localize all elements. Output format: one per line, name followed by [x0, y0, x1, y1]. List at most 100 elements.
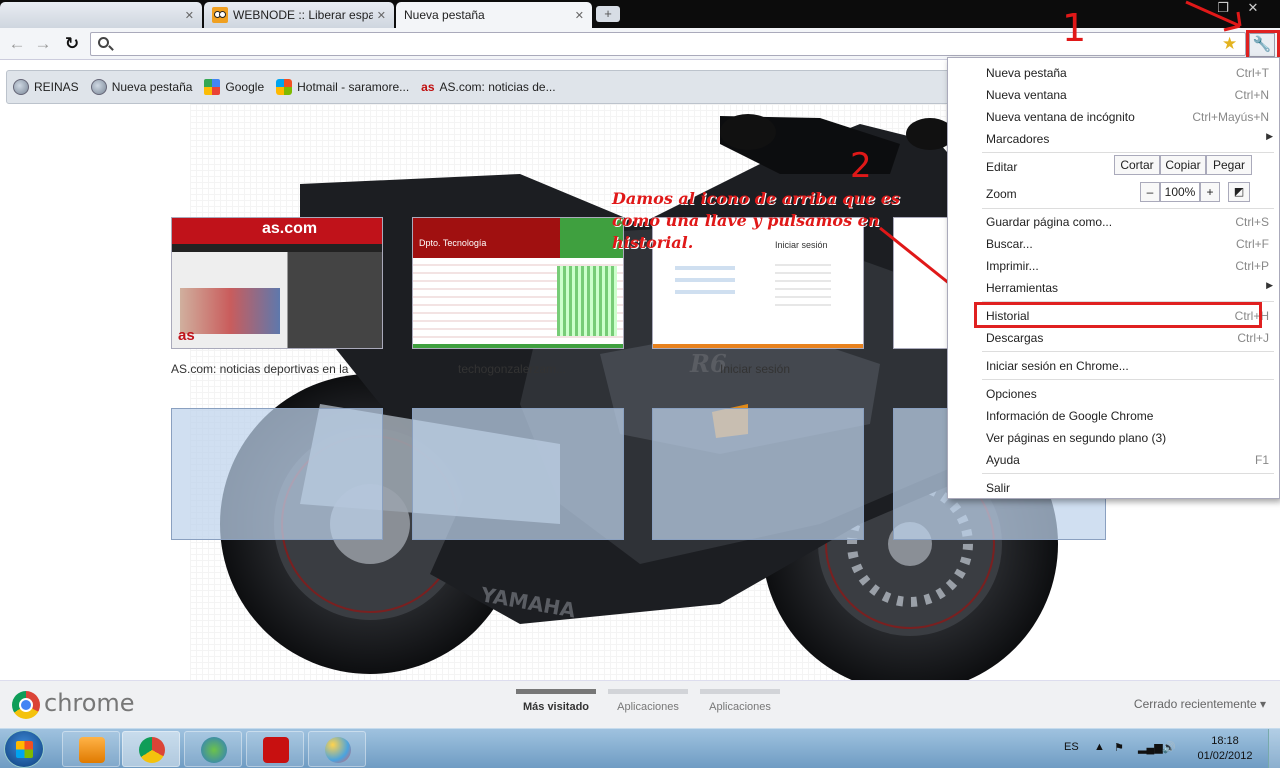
tray-expand-icon[interactable]: ▲ — [1094, 741, 1105, 753]
menu-separator — [982, 379, 1274, 380]
menu-item-label: Guardar página como... — [986, 215, 1113, 229]
msn-icon — [276, 79, 293, 95]
menu-separator — [982, 473, 1274, 474]
thumbnail-tecnologia[interactable]: Dpto. Tecnología — [412, 217, 624, 349]
close-icon[interactable]: ✕ — [185, 9, 194, 22]
menu-item-label: Buscar... — [986, 237, 1033, 251]
annotation-step-2: 2 — [850, 146, 872, 186]
action-center-flag-icon[interactable]: ⚑ — [1114, 741, 1124, 754]
menu-item-new-tab[interactable]: Nueva pestaña Ctrl+T — [948, 61, 1280, 83]
volume-icon[interactable]: 🔊 — [1162, 741, 1176, 754]
taskbar-paint[interactable] — [308, 731, 366, 767]
menu-item-label: Ayuda — [986, 453, 1020, 467]
bookmark-reinas[interactable]: REINAS — [13, 79, 79, 95]
restore-window-icon[interactable]: ❐ — [1210, 0, 1236, 16]
menu-separator — [982, 208, 1274, 209]
menu-item-background-pages[interactable]: Ver páginas en segundo plano (3) — [948, 426, 1280, 448]
menu-item-shortcut: Ctrl+J — [1237, 331, 1269, 345]
menu-item-new-window[interactable]: Nueva ventana Ctrl+N — [948, 83, 1280, 105]
menu-item-tools[interactable]: Herramientas ▶ — [948, 276, 1280, 298]
menu-item-exit[interactable]: Salir — [948, 476, 1280, 498]
forward-arrow-icon[interactable]: → — [32, 34, 54, 54]
bookmark-label: AS.com: noticias de... — [439, 80, 556, 94]
bookmark-hotmail[interactable]: Hotmail - saramore... — [276, 79, 409, 95]
menu-item-sign-in[interactable]: Iniciar sesión en Chrome... — [948, 354, 1280, 376]
taskbar-messenger[interactable] — [184, 731, 242, 767]
fullscreen-icon[interactable]: ◩ — [1228, 182, 1250, 202]
menu-item-label: Historial — [986, 309, 1030, 323]
menu-item-find[interactable]: Buscar... Ctrl+F — [948, 232, 1280, 254]
menu-item-label: Opciones — [986, 387, 1037, 401]
acrobat-icon — [263, 737, 289, 763]
tab-apps-1[interactable]: Aplicaciones — [608, 689, 688, 713]
tab-webnode[interactable]: WEBNODE :: Liberar espacio ✕ — [204, 2, 394, 28]
tecnologia-content-preview — [413, 258, 623, 348]
empty-thumbnail-slot[interactable] — [652, 408, 864, 540]
menu-item-shortcut: Ctrl+T — [1236, 66, 1269, 80]
taskbar-acrobat[interactable] — [246, 731, 304, 767]
tab-apps-2[interactable]: Aplicaciones — [700, 689, 780, 713]
copy-button[interactable]: Copiar — [1160, 155, 1206, 175]
language-indicator[interactable]: ES — [1064, 741, 1079, 753]
close-window-icon[interactable]: ✕ — [1240, 0, 1266, 16]
search-icon — [98, 37, 109, 48]
close-icon[interactable]: ✕ — [575, 9, 584, 22]
google-icon — [204, 79, 221, 95]
close-icon[interactable]: ✕ — [377, 9, 386, 22]
menu-separator — [982, 351, 1274, 352]
menu-separator — [982, 152, 1274, 153]
cut-button[interactable]: Cortar — [1114, 155, 1160, 175]
bookmark-star-icon[interactable]: ★ — [1222, 34, 1237, 54]
menu-item-incognito[interactable]: Nueva ventana de incógnito Ctrl+Mayús+N — [948, 105, 1280, 127]
empty-thumbnail-slot[interactable] — [171, 408, 383, 540]
thumbnail-as[interactable]: as.com as — [171, 217, 383, 349]
menu-item-label: Información de Google Chrome — [986, 409, 1154, 423]
menu-item-help[interactable]: Ayuda F1 — [948, 448, 1280, 470]
tecnologia-header: Dpto. Tecnología — [413, 218, 623, 258]
wrench-menu-button[interactable]: 🔧 — [1249, 33, 1275, 57]
show-desktop-button[interactable] — [1268, 729, 1280, 768]
tab-1[interactable]: ✕ — [0, 2, 202, 28]
menu-item-bookmarks[interactable]: Marcadores ▶ — [948, 127, 1280, 149]
bookmark-as[interactable]: as AS.com: noticias de... — [421, 79, 555, 95]
reload-icon[interactable]: ↻ — [61, 34, 83, 54]
menu-item-about[interactable]: Información de Google Chrome — [948, 404, 1280, 426]
tab-title: WEBNODE :: Liberar espacio — [233, 8, 373, 22]
clock-time: 18:18 — [1211, 735, 1239, 747]
new-tab-footer: chrome Más visitado Aplicaciones Aplicac… — [0, 680, 1280, 728]
annotation-text: Damos al icono de arriba que es como una… — [612, 189, 900, 252]
recently-closed-menu[interactable]: Cerrado recientemente ▾ — [1134, 697, 1266, 711]
menu-item-save-page[interactable]: Guardar página como... Ctrl+S — [948, 210, 1280, 232]
back-arrow-icon[interactable]: ← — [6, 34, 28, 54]
menu-item-history[interactable]: Historial Ctrl+H — [948, 304, 1280, 326]
menu-item-options[interactable]: Opciones — [948, 382, 1280, 404]
menu-item-label: Iniciar sesión en Chrome... — [986, 359, 1129, 373]
tab-new-tab[interactable]: Nueva pestaña ✕ — [396, 2, 592, 28]
zoom-out-button[interactable]: – — [1140, 182, 1160, 202]
submenu-arrow-icon: ▶ — [1266, 280, 1273, 290]
menu-item-label: Editar — [986, 160, 1018, 174]
bookmark-new-tab[interactable]: Nueva pestaña — [90, 79, 192, 95]
as-header: as.com — [172, 218, 382, 244]
new-tab-button[interactable]: + — [596, 6, 620, 22]
menu-item-shortcut: F1 — [1254, 453, 1269, 467]
zoom-in-button[interactable]: + — [1200, 182, 1220, 202]
bookmark-label: Google — [225, 80, 265, 94]
paste-button[interactable]: Pegar — [1206, 155, 1252, 175]
system-clock[interactable]: 18:18 01/02/2012 — [1190, 734, 1260, 764]
menu-separator — [982, 301, 1274, 302]
menu-item-label: Imprimir... — [986, 259, 1039, 273]
tab-most-visited[interactable]: Más visitado — [516, 689, 596, 713]
start-button[interactable] — [4, 730, 44, 768]
taskbar-chrome[interactable] — [122, 731, 180, 767]
chrome-icon — [139, 737, 165, 763]
menu-item-print[interactable]: Imprimir... Ctrl+P — [948, 254, 1280, 276]
menu-item-downloads[interactable]: Descargas Ctrl+J — [948, 326, 1280, 348]
menu-item-label: Marcadores — [986, 132, 1050, 146]
menu-item-shortcut: Ctrl+F — [1236, 237, 1269, 251]
network-signal-icon[interactable]: ▂▄▆ — [1138, 741, 1163, 754]
bookmark-google[interactable]: Google — [204, 79, 264, 95]
taskbar-media-player[interactable] — [62, 731, 120, 767]
empty-thumbnail-slot[interactable] — [412, 408, 624, 540]
as-logo-icon: as — [178, 327, 195, 344]
